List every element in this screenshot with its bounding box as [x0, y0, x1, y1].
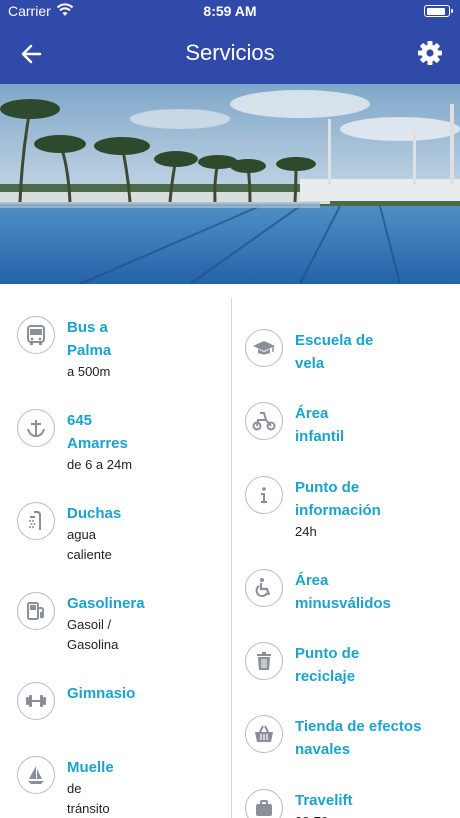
service-name: Área [295, 572, 329, 589]
status-bar: Carrier 8:59 AM [0, 0, 460, 22]
service-name: información [295, 502, 381, 519]
service-name: Duchas [67, 505, 122, 522]
service-name: Amarres [67, 435, 128, 452]
graduation-cap-icon [245, 329, 283, 367]
service-detail: agua [67, 527, 96, 542]
service-name: Bus a [67, 319, 108, 336]
service-detail: a 500m [67, 364, 111, 379]
tricycle-icon [245, 402, 283, 440]
info-icon [245, 476, 283, 514]
service-name: vela [295, 355, 325, 372]
service-name: Área [295, 405, 329, 422]
service-name: Palma [67, 342, 112, 359]
trash-icon [245, 642, 283, 680]
service-detail: de [67, 781, 82, 796]
nav-bar: Servicios [0, 22, 460, 84]
status-time: 8:59 AM [203, 3, 257, 19]
service-name: Travelift [295, 792, 353, 809]
service-name: Escuela de [295, 332, 374, 349]
service-name: 645 [67, 412, 93, 429]
toolbox-icon [245, 789, 283, 818]
dumbbell-icon [17, 682, 55, 720]
service-detail: Gasolina [67, 637, 119, 652]
service-name: minusválidos [295, 595, 391, 612]
sailboat-icon [17, 756, 55, 794]
anchor-icon [17, 409, 55, 447]
basket-icon [245, 715, 283, 753]
service-name: Tienda de efectos [295, 718, 422, 735]
service-name: reciclaje [295, 668, 356, 685]
service-name: Gimnasio [67, 685, 136, 702]
service-detail: 24h [295, 524, 317, 539]
service-name: Gasolinera [67, 595, 145, 612]
gear-icon[interactable] [416, 39, 444, 67]
service-name: Muelle [67, 759, 114, 776]
page-title: Servicios [185, 40, 275, 65]
service-detail: tránsito [67, 801, 110, 816]
service-detail: de 6 a 24m [67, 457, 133, 472]
service-name: Punto de [295, 645, 360, 662]
bus-icon [17, 316, 55, 354]
pool-photo [0, 84, 460, 284]
wheelchair-icon [245, 569, 283, 607]
service-name: infantil [295, 428, 345, 445]
shower-icon [17, 502, 55, 540]
service-detail: 30-70 [295, 812, 460, 818]
service-name: navales [295, 741, 351, 758]
service-detail: Gasoil / [67, 617, 112, 632]
service-detail: caliente [67, 547, 112, 562]
service-name: Punto de [295, 479, 360, 496]
fuel-icon [17, 592, 55, 630]
hero-image [0, 84, 460, 284]
battery-icon [424, 5, 453, 17]
